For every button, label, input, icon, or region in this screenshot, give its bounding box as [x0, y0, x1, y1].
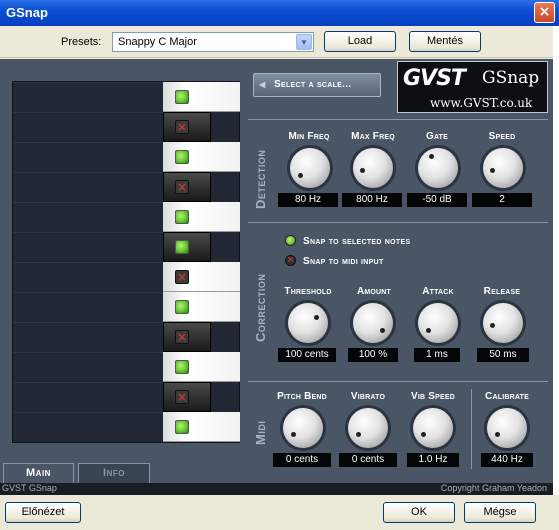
note-row-divider: [13, 202, 163, 203]
plugin-panel: × × × × × ◀ Select a scale... GVST GSnap www…: [0, 59, 553, 495]
note-row-divider: [13, 382, 163, 383]
note-enabled-icon[interactable]: [175, 300, 189, 314]
note-enabled-icon[interactable]: [175, 150, 189, 164]
dialog-button-bar: Előnézet OK Mégse: [0, 495, 559, 530]
note-row-divider: [13, 292, 163, 293]
preset-dropdown[interactable]: Snappy C Major ▼: [112, 32, 314, 52]
vib-speed-label: Vib Speed: [411, 391, 455, 402]
threshold-label: Threshold: [284, 286, 332, 297]
note-row-divider: [13, 112, 163, 113]
max-freq-knob[interactable]: [353, 148, 393, 188]
note-row-divider: [13, 262, 163, 263]
note-row-divider: [13, 232, 163, 233]
tab-main-label: Main: [26, 467, 51, 479]
preview-button[interactable]: Előnézet: [5, 502, 81, 523]
correction-section-title: Correction: [253, 273, 268, 342]
select-scale-button[interactable]: ◀ Select a scale...: [253, 73, 381, 97]
snap-midi-input-radio[interactable]: ×: [285, 255, 296, 266]
detection-section-title: Detection: [253, 149, 268, 209]
tab-info-label: Info: [103, 467, 125, 479]
midi-section-title: Midi: [253, 420, 268, 445]
footer-product: GVST GSnap: [2, 483, 57, 493]
note-enabled-icon[interactable]: [175, 360, 189, 374]
pitch-bend-knob[interactable]: [283, 408, 323, 448]
min-freq-value: 80 Hz: [278, 193, 338, 207]
preset-selected-value: Snappy C Major: [118, 36, 197, 48]
gate-label: Gate: [425, 131, 449, 142]
vibrato-label: Vibrato: [350, 391, 386, 402]
min-freq-label: Min Freq: [288, 131, 330, 142]
min-freq-knob[interactable]: [290, 148, 330, 188]
logo-mark: GVST: [403, 66, 466, 91]
snap-selected-notes-radio[interactable]: [285, 235, 296, 246]
vib-speed-value: 1.0 Hz: [407, 453, 459, 467]
chevron-down-icon[interactable]: ▼: [296, 34, 312, 50]
calibrate-knob[interactable]: [487, 408, 527, 448]
note-row-divider: [13, 142, 163, 143]
note-disabled-icon[interactable]: ×: [175, 120, 189, 134]
attack-value: 1 ms: [414, 348, 460, 362]
select-scale-label: Select a scale...: [274, 79, 352, 90]
note-row-divider: [13, 82, 163, 83]
note-row-divider: [13, 172, 163, 173]
note-keyboard-panel: × × × × ×: [12, 81, 240, 443]
note-enabled-icon[interactable]: [175, 210, 189, 224]
close-button[interactable]: ×: [534, 2, 555, 23]
amount-value: 100 %: [348, 348, 398, 362]
attack-knob[interactable]: [418, 303, 458, 343]
logo-product-name: GSnap: [482, 68, 540, 88]
tab-main[interactable]: Main: [3, 463, 74, 483]
pitch-bend-label: Pitch Bend: [277, 391, 327, 402]
note-row-divider: [13, 412, 163, 413]
release-knob[interactable]: [483, 303, 523, 343]
note-disabled-icon[interactable]: ×: [175, 270, 189, 284]
release-label: Release: [483, 286, 521, 297]
close-icon: ×: [538, 4, 551, 20]
note-disabled-icon[interactable]: ×: [175, 330, 189, 344]
speed-knob[interactable]: [483, 148, 523, 188]
gate-value: -50 dB: [407, 193, 467, 207]
snap-selected-notes-label[interactable]: Snap to selected notes: [303, 236, 410, 247]
max-freq-label: Max Freq: [351, 131, 395, 142]
window-title: GSnap: [6, 5, 48, 20]
release-value: 50 ms: [477, 348, 529, 362]
max-freq-value: 800 Hz: [342, 193, 402, 207]
arrow-left-icon: ◀: [259, 80, 266, 89]
footer-copyright: Copyright Graham Yeadon: [440, 483, 547, 493]
vibrato-knob[interactable]: [348, 408, 388, 448]
note-disabled-icon[interactable]: ×: [175, 180, 189, 194]
speed-label: Speed: [488, 131, 516, 142]
threshold-value: 100 cents: [278, 348, 336, 362]
vib-speed-knob[interactable]: [413, 408, 453, 448]
preset-bar: Presets: Snappy C Major ▼ Load Mentés: [0, 26, 559, 58]
calibrate-value: 440 Hz: [481, 453, 533, 467]
logo-url: www.GVST.co.uk: [430, 96, 533, 110]
vibrato-value: 0 cents: [339, 453, 397, 467]
amount-knob[interactable]: [353, 303, 393, 343]
speed-value: 2: [472, 193, 532, 207]
save-button[interactable]: Mentés: [409, 31, 481, 52]
note-enabled-icon[interactable]: [175, 240, 189, 254]
amount-label: Amount: [356, 286, 392, 297]
window-edge: [553, 26, 559, 495]
tab-info[interactable]: Info: [78, 463, 150, 483]
note-disabled-icon[interactable]: ×: [175, 390, 189, 404]
note-row-divider: [13, 352, 163, 353]
threshold-knob[interactable]: [288, 303, 328, 343]
note-row-divider: [13, 322, 163, 323]
pitch-bend-value: 0 cents: [273, 453, 331, 467]
cancel-button[interactable]: Mégse: [464, 502, 536, 523]
snap-midi-input-label[interactable]: Snap to midi input: [303, 256, 384, 267]
window-titlebar: GSnap ×: [0, 0, 559, 26]
plugin-footer: GVST GSnap Copyright Graham Yeadon: [0, 483, 553, 495]
gate-knob[interactable]: [418, 148, 458, 188]
note-enabled-icon[interactable]: [175, 90, 189, 104]
calibrate-label: Calibrate: [485, 391, 529, 402]
presets-label: Presets:: [61, 36, 102, 48]
note-enabled-icon[interactable]: [175, 420, 189, 434]
gvst-logo: GVST GSnap www.GVST.co.uk: [397, 61, 548, 113]
ok-button[interactable]: OK: [383, 502, 455, 523]
load-button[interactable]: Load: [324, 31, 396, 52]
attack-label: Attack: [422, 286, 454, 297]
